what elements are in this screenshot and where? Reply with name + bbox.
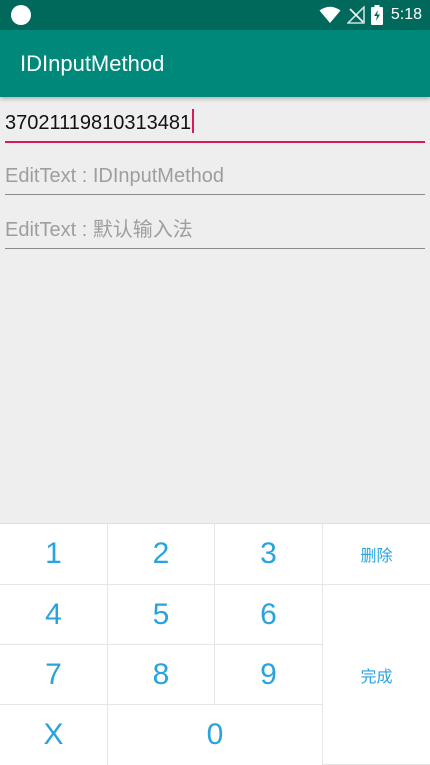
- id-input-field[interactable]: 37021119810313481: [5, 109, 425, 143]
- key-7[interactable]: 7: [0, 645, 107, 704]
- notification-circle-icon: [11, 5, 31, 25]
- divider: [0, 644, 322, 645]
- key-9[interactable]: 9: [215, 645, 322, 704]
- divider: [214, 524, 215, 705]
- edittext-idinputmethod-underline: [5, 194, 425, 195]
- text-cursor: [192, 109, 195, 133]
- wifi-icon: [319, 6, 341, 23]
- key-3[interactable]: 3: [215, 524, 322, 584]
- edittext-idinputmethod-hint: EditText : IDInputMethod: [5, 165, 225, 187]
- key-4[interactable]: 4: [0, 585, 107, 644]
- id-input-text: 37021119810313481: [5, 109, 195, 135]
- status-time: 5:18: [390, 6, 422, 23]
- number-keyboard: 1 2 3 删除 4 5 6 7 8 9 完成 X 0: [0, 523, 430, 765]
- done-key[interactable]: 完成: [323, 585, 430, 764]
- key-0[interactable]: 0: [108, 705, 322, 765]
- app-title: IDInputMethod: [20, 51, 165, 76]
- edittext-default-ime-underline: [5, 248, 425, 249]
- app-bar: IDInputMethod: [0, 30, 430, 97]
- status-bar: 5:18: [0, 0, 430, 30]
- key-5[interactable]: 5: [108, 585, 214, 644]
- id-input-underline: [5, 141, 425, 143]
- key-2[interactable]: 2: [108, 524, 214, 584]
- id-input-value: 37021119810313481: [5, 112, 192, 134]
- edittext-default-ime-hint: EditText : 默认输入法: [5, 219, 193, 241]
- divider: [0, 584, 430, 585]
- key-6[interactable]: 6: [215, 585, 322, 644]
- no-signal-icon: [346, 6, 365, 24]
- key-8[interactable]: 8: [108, 645, 214, 704]
- key-1[interactable]: 1: [0, 524, 107, 584]
- delete-key[interactable]: 删除: [323, 524, 430, 584]
- key-x[interactable]: X: [0, 705, 107, 765]
- divider: [322, 524, 323, 765]
- status-icons: 5:18: [319, 0, 422, 30]
- edittext-idinputmethod-field[interactable]: EditText : IDInputMethod: [5, 165, 425, 195]
- edittext-default-ime-field[interactable]: EditText : 默认输入法: [5, 219, 425, 249]
- battery-charging-icon: [370, 5, 383, 25]
- divider: [0, 704, 322, 705]
